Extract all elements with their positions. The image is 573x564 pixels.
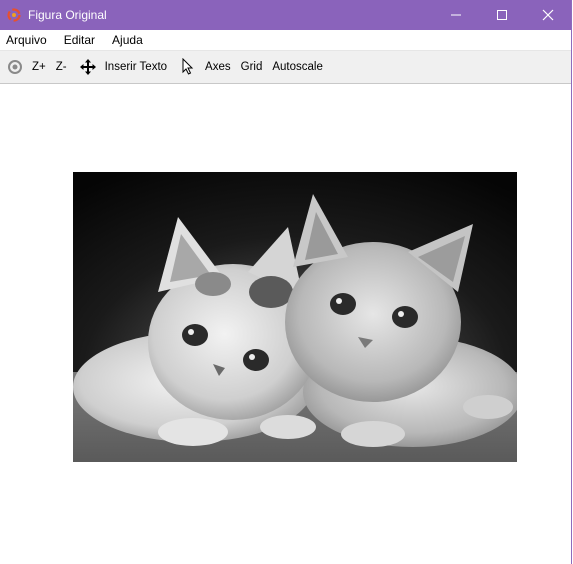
app-window: Figura Original Arquivo Editar Ajuda Z+ bbox=[0, 0, 572, 564]
window-title: Figura Original bbox=[28, 8, 107, 22]
move-arrows-icon bbox=[79, 59, 96, 75]
menu-editar[interactable]: Editar bbox=[64, 33, 95, 47]
zoom-out-button[interactable]: Z- bbox=[56, 53, 67, 81]
menu-bar: Arquivo Editar Ajuda bbox=[0, 30, 571, 51]
pan-button[interactable] bbox=[77, 53, 99, 81]
title-bar[interactable]: Figura Original bbox=[0, 0, 571, 30]
axes-button[interactable]: Axes bbox=[205, 53, 231, 81]
grid-button[interactable]: Grid bbox=[241, 53, 263, 81]
app-logo-icon bbox=[6, 7, 22, 23]
figure-canvas[interactable] bbox=[0, 85, 571, 564]
menu-arquivo[interactable]: Arquivo bbox=[6, 33, 47, 47]
minimize-icon bbox=[451, 14, 461, 16]
reset-view-button[interactable] bbox=[4, 53, 26, 81]
grayscale-photo bbox=[73, 172, 517, 462]
toolbar: Z+ Z- Inserir Texto Axes Grid Autoscale bbox=[0, 51, 571, 84]
insert-text-button[interactable]: Inserir Texto bbox=[105, 53, 167, 81]
close-icon bbox=[542, 9, 554, 21]
pointer-button[interactable] bbox=[177, 53, 199, 81]
close-button[interactable] bbox=[525, 0, 571, 30]
maximize-icon bbox=[497, 10, 507, 20]
maximize-button[interactable] bbox=[479, 0, 525, 30]
pointer-cursor-icon bbox=[182, 58, 194, 75]
reset-view-icon bbox=[8, 60, 22, 74]
zoom-in-button[interactable]: Z+ bbox=[32, 53, 46, 81]
autoscale-button[interactable]: Autoscale bbox=[272, 53, 323, 81]
menu-ajuda[interactable]: Ajuda bbox=[112, 33, 143, 47]
minimize-button[interactable] bbox=[433, 0, 479, 30]
